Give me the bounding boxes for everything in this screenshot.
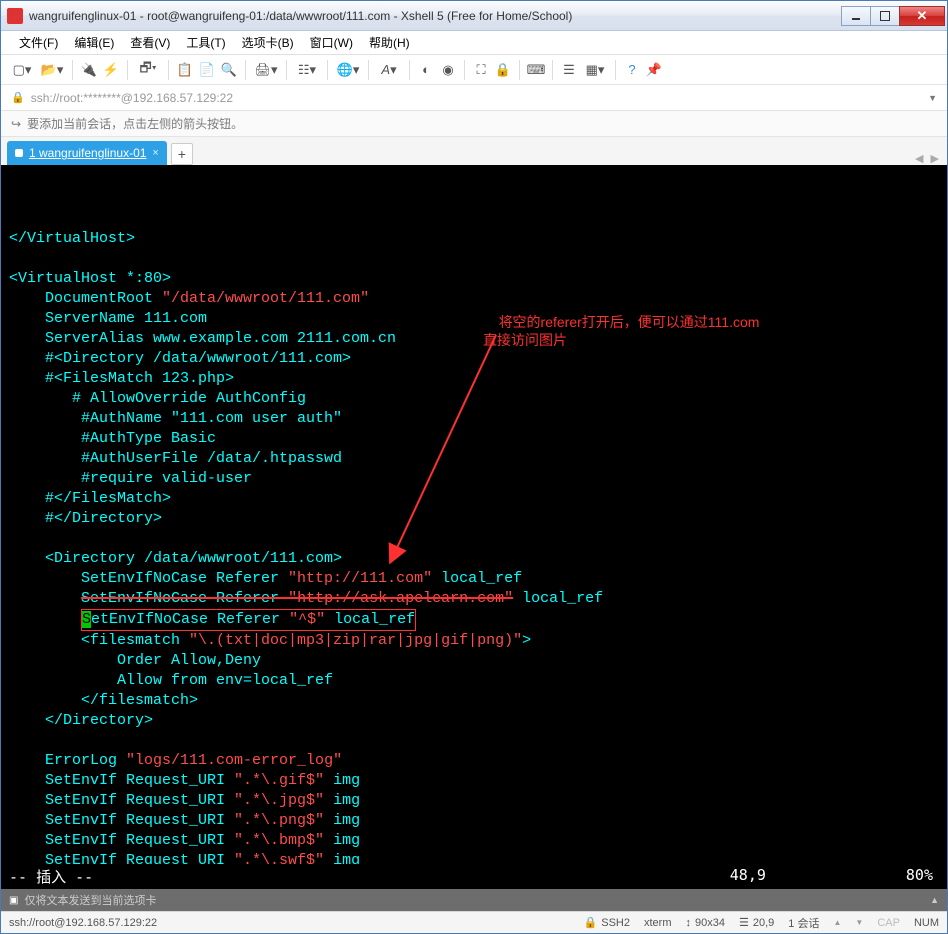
status-size: ↕ 90x34 bbox=[686, 917, 725, 929]
connect-icon[interactable]: 🔌 bbox=[80, 61, 98, 79]
separator bbox=[168, 60, 169, 80]
tab-nav[interactable]: ◀ ▶ bbox=[915, 152, 941, 165]
app-window: wangruifenglinux-01 - root@wangruifeng-0… bbox=[0, 0, 948, 934]
addressbar: 🔒 ▼ bbox=[1, 85, 947, 111]
find-icon[interactable]: 🔍 bbox=[220, 61, 238, 79]
fullscreen-icon[interactable]: ⛶ bbox=[472, 61, 490, 79]
arrow-icon[interactable]: ↪ bbox=[11, 117, 21, 131]
tab-close-icon[interactable]: × bbox=[152, 147, 158, 159]
menu-edit[interactable]: 编辑(E) bbox=[66, 31, 122, 54]
minimize-button[interactable] bbox=[841, 6, 871, 26]
menu-tools[interactable]: 工具(T) bbox=[178, 31, 233, 54]
separator bbox=[368, 60, 369, 80]
keyboard-icon[interactable]: ⌨ bbox=[527, 61, 545, 79]
maximize-button[interactable] bbox=[870, 6, 900, 26]
app-icon bbox=[7, 8, 23, 24]
terminal[interactable]: 将空的referer打开后，便可以通过111.com直接访问图片 </Virtu… bbox=[1, 165, 947, 864]
copy-icon[interactable]: 📋 bbox=[176, 61, 194, 79]
hintbar: ↪ 要添加当前会话，点击左侧的箭头按钮。 bbox=[1, 111, 947, 137]
separator bbox=[519, 60, 520, 80]
menu-view[interactable]: 查看(V) bbox=[122, 31, 178, 54]
properties-icon[interactable]: 🗗▾ bbox=[135, 61, 161, 79]
menubar: 文件(F) 编辑(E) 查看(V) 工具(T) 选项卡(B) 窗口(W) 帮助(… bbox=[1, 31, 947, 55]
script2-icon[interactable]: ◉ bbox=[439, 61, 457, 79]
status-sessions: 1 会话 bbox=[788, 915, 819, 931]
font-icon[interactable]: A▾ bbox=[376, 61, 402, 79]
menu-help[interactable]: 帮助(H) bbox=[361, 31, 418, 54]
tab-label: 1 wangruifenglinux-01 bbox=[29, 146, 146, 160]
list-icon[interactable]: ☰ bbox=[560, 61, 578, 79]
status-down-icon[interactable]: ▼ bbox=[855, 918, 863, 927]
status-up-icon[interactable]: ▲ bbox=[833, 918, 841, 927]
window-controls bbox=[842, 6, 945, 26]
status-term: xterm bbox=[644, 917, 672, 929]
separator bbox=[286, 60, 287, 80]
sessions-icon[interactable]: ☷▾ bbox=[294, 61, 320, 79]
separator bbox=[615, 60, 616, 80]
address-dropdown-icon[interactable]: ▼ bbox=[928, 93, 937, 103]
new-session-icon[interactable]: ▢▾ bbox=[9, 61, 35, 79]
titlebar[interactable]: wangruifenglinux-01 - root@wangruifeng-0… bbox=[1, 1, 947, 31]
separator bbox=[245, 60, 246, 80]
add-tab-button[interactable]: + bbox=[171, 143, 193, 165]
vim-modeline: -- 插入 -- 48,9 80% bbox=[1, 864, 947, 889]
print-icon[interactable]: 🖨▾ bbox=[253, 61, 279, 79]
separator bbox=[464, 60, 465, 80]
separator bbox=[127, 60, 128, 80]
status-cap: CAP bbox=[877, 917, 900, 929]
address-input[interactable] bbox=[31, 91, 922, 105]
web-icon[interactable]: 🌐▾ bbox=[335, 61, 361, 79]
view-icon[interactable]: ▦▾ bbox=[582, 61, 608, 79]
menu-window[interactable]: 窗口(W) bbox=[302, 31, 361, 54]
cursor-position: 48,9 bbox=[730, 866, 766, 887]
toolbar: ▢▾ 📂▾ 🔌 ⚡ 🗗▾ 📋 📄 🔍 🖨▾ ☷▾ 🌐▾ A▾ ◐ ◉ ⛶ 🔒 ⌨… bbox=[1, 55, 947, 85]
separator bbox=[409, 60, 410, 80]
open-folder-icon[interactable]: 📂▾ bbox=[39, 61, 65, 79]
separator bbox=[327, 60, 328, 80]
separator bbox=[72, 60, 73, 80]
vim-mode: -- 插入 -- bbox=[9, 866, 93, 887]
status-num: NUM bbox=[914, 917, 939, 929]
separator bbox=[552, 60, 553, 80]
menu-file[interactable]: 文件(F) bbox=[11, 31, 66, 54]
menu-tab[interactable]: 选项卡(B) bbox=[234, 31, 302, 54]
send-hint: 仅将文本发送到当前选项卡 bbox=[24, 892, 156, 908]
status-address: ssh://root@192.168.57.129:22 bbox=[9, 917, 570, 929]
status-proto: 🔒 SSH2 bbox=[584, 916, 630, 929]
lock-icon[interactable]: 🔒 bbox=[494, 61, 512, 79]
status-lines: ☰ 20,9 bbox=[739, 916, 774, 929]
send-dropdown-icon[interactable]: ▲ bbox=[930, 895, 939, 905]
close-button[interactable] bbox=[899, 6, 945, 26]
paste-icon[interactable]: 📄 bbox=[198, 61, 216, 79]
help-icon[interactable]: ? bbox=[623, 61, 641, 79]
window-title: wangruifenglinux-01 - root@wangruifeng-0… bbox=[29, 9, 842, 23]
pin-icon[interactable]: 📌 bbox=[645, 61, 663, 79]
tab-status-icon bbox=[15, 149, 23, 157]
tabbar: 1 wangruifenglinux-01 × + ◀ ▶ bbox=[1, 137, 947, 165]
hint-text: 要添加当前会话，点击左侧的箭头按钮。 bbox=[27, 115, 243, 132]
scroll-percent: 80% bbox=[906, 866, 933, 887]
send-bar[interactable]: ▣ 仅将文本发送到当前选项卡 ▲ bbox=[1, 889, 947, 911]
session-tab[interactable]: 1 wangruifenglinux-01 × bbox=[7, 141, 167, 165]
disconnect-icon[interactable]: ⚡ bbox=[102, 61, 120, 79]
statusbar: ssh://root@192.168.57.129:22 🔒 SSH2 xter… bbox=[1, 911, 947, 933]
script-icon[interactable]: ◐ bbox=[417, 61, 435, 79]
lock-small-icon: 🔒 bbox=[11, 91, 25, 104]
annotation-text: 将空的referer打开后，便可以通过111.com直接访问图片 bbox=[483, 295, 759, 367]
send-icon: ▣ bbox=[9, 895, 18, 906]
